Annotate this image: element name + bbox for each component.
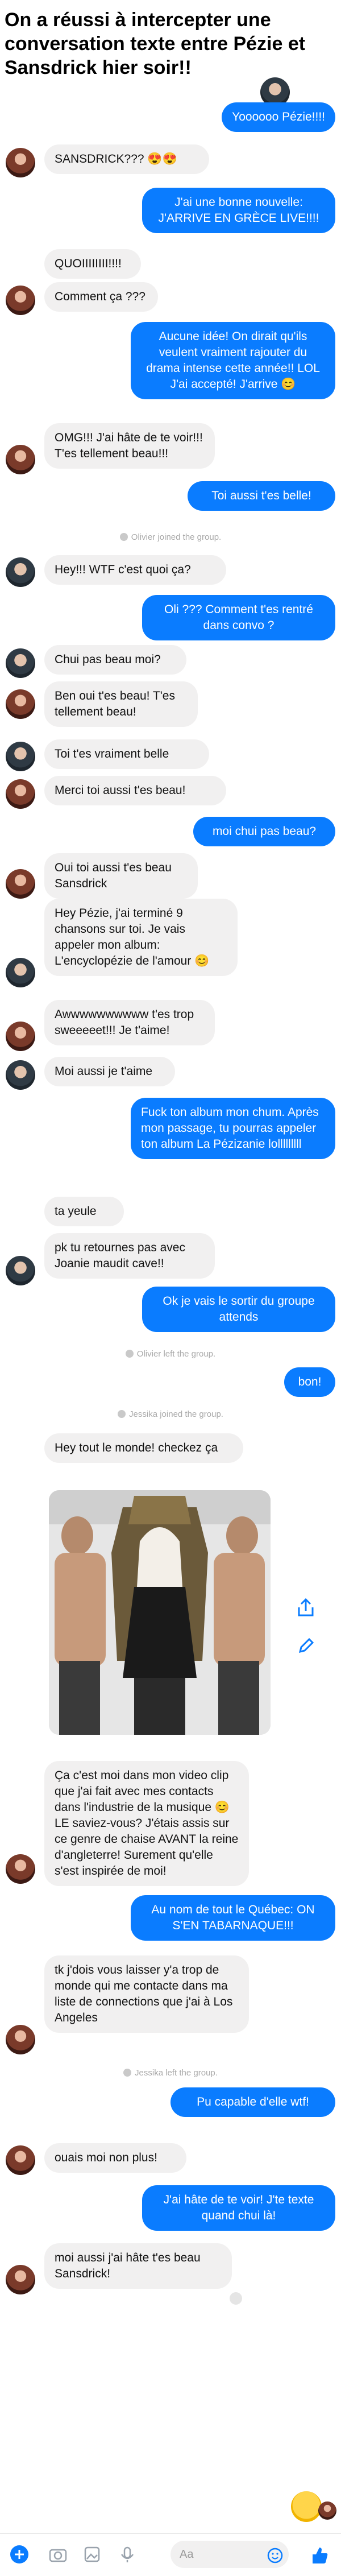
avatar: [6, 869, 35, 899]
emoji-reaction-icon: [291, 2491, 322, 2522]
avatar: [6, 1022, 35, 1051]
people-icon: [123, 2069, 132, 2077]
avatar: [6, 689, 35, 719]
message-incoming: Toi t'es vraiment belle: [44, 739, 209, 769]
system-notice-text: Jessika left the group.: [135, 2068, 218, 2078]
message-outgoing: Au nom de tout le Québec: ON S'EN TABARN…: [131, 1895, 335, 1941]
avatar: [6, 958, 35, 987]
thumbs-up-icon[interactable]: [308, 2544, 328, 2565]
avatar: [6, 742, 35, 771]
avatar: [6, 1854, 35, 1884]
message-outgoing: Pu capable d'elle wtf!: [170, 2087, 335, 2117]
composer-bar: Aa: [0, 2533, 341, 2576]
message-incoming: Ben oui t'es beau! T'es tellement beau!: [44, 681, 198, 727]
avatar: [6, 148, 35, 177]
avatar: [318, 2501, 336, 2520]
avatar: [6, 1060, 35, 1090]
message-incoming: Hey tout le monde! checkez ça: [44, 1433, 243, 1463]
headline: On a réussi à intercepter une conversati…: [5, 9, 306, 78]
message-incoming: moi aussi j'ai hâte t'es beau Sansdrick!: [44, 2243, 232, 2289]
photo-illustration: [49, 1490, 271, 1735]
message-incoming: ouais moi non plus!: [44, 2143, 186, 2173]
avatar: [6, 557, 35, 587]
system-notice-text: Jessika joined the group.: [129, 1409, 223, 1419]
avatar: [6, 445, 35, 474]
plus-icon[interactable]: [9, 2544, 30, 2565]
system-notice: Jessika left the group.: [0, 2068, 341, 2078]
emoji-icon[interactable]: [267, 2548, 283, 2563]
avatar: [6, 2145, 35, 2175]
message-outgoing: J'ai hâte de te voir! J'te texte quand c…: [142, 2185, 335, 2231]
gallery-icon[interactable]: [82, 2544, 102, 2565]
message-incoming: OMG!!! J'ai hâte de te voir!!! T'es tell…: [44, 423, 215, 469]
system-notice-text: Olivier joined the group.: [131, 532, 222, 542]
message-incoming: pk tu retournes pas avec Joanie maudit c…: [44, 1233, 215, 1279]
avatar: [6, 648, 35, 678]
avatar: [6, 2025, 35, 2054]
system-notice: Olivier left the group.: [0, 1349, 341, 1359]
message-incoming: Oui toi aussi t'es beau Sansdrick: [44, 853, 198, 899]
message-incoming: Hey Pézie, j'ai terminé 9 chansons sur t…: [44, 899, 238, 976]
message-outgoing: moi chui pas beau?: [193, 817, 335, 846]
message-outgoing: J'ai une bonne nouvelle: J'ARRIVE EN GRÈ…: [142, 188, 335, 233]
message-incoming: Awwwwwwwwww t'es trop sweeeeet!!! Je t'a…: [44, 1000, 215, 1045]
edit-icon[interactable]: [293, 1634, 318, 1659]
message-outgoing: Aucune idée! On dirait qu'ils veulent vr…: [131, 322, 335, 399]
system-notice-text: Olivier left the group.: [136, 1349, 216, 1359]
seen-indicator-icon: [230, 2292, 242, 2305]
message-outgoing: Ok je vais le sortir du groupe attends: [142, 1287, 335, 1332]
message-incoming: Ça c'est moi dans mon video clip que j'a…: [44, 1761, 249, 1886]
system-notice: Jessika joined the group.: [0, 1409, 341, 1419]
share-icon[interactable]: [293, 1595, 318, 1620]
message-incoming: QUOIIIIIIII!!!!: [44, 249, 141, 279]
camera-icon[interactable]: [48, 2544, 68, 2565]
message-incoming: Merci toi aussi t'es beau!: [44, 776, 226, 805]
message-outgoing: Toi aussi t'es belle!: [188, 481, 335, 511]
message-incoming: Hey!!! WTF c'est quoi ça?: [44, 555, 226, 585]
message-incoming: ta yeule: [44, 1197, 124, 1226]
people-icon: [118, 1410, 126, 1418]
message-outgoing: Oli ??? Comment t'es rentré dans convo ?: [142, 595, 335, 640]
system-notice: Olivier joined the group.: [0, 532, 341, 542]
avatar: [6, 1256, 35, 1285]
message-incoming: Moi aussi je t'aime: [44, 1057, 175, 1086]
avatar: [6, 2265, 35, 2294]
message-incoming: tk j'dois vous laisser y'a trop de monde…: [44, 1955, 249, 2033]
message-incoming: Comment ça ???: [44, 282, 158, 312]
mic-icon[interactable]: [117, 2544, 138, 2565]
people-icon: [119, 533, 128, 541]
avatar: [6, 779, 35, 809]
message-outgoing: bon!: [284, 1367, 335, 1397]
people-icon: [125, 1350, 134, 1358]
message-incoming: SANSDRICK??? 😍😍: [44, 144, 209, 174]
message-outgoing: Fuck ton album mon chum. Après mon passa…: [131, 1098, 335, 1159]
message-incoming: Chui pas beau moi?: [44, 645, 186, 675]
avatar: [6, 286, 35, 315]
video-clip-image[interactable]: [49, 1490, 271, 1735]
message-outgoing: Yoooooo Pézie!!!!: [222, 102, 335, 132]
